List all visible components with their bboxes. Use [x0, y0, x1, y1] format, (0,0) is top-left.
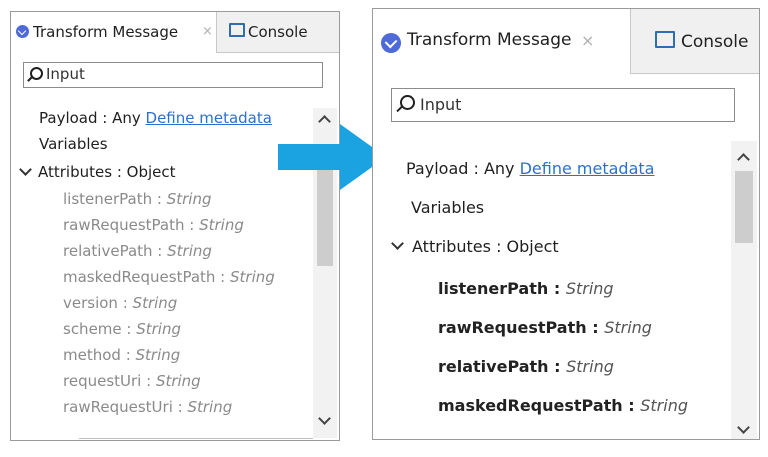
attribute-name: scheme [63, 320, 122, 338]
tab-console[interactable]: Console [655, 30, 749, 52]
console-icon [655, 31, 675, 48]
attribute-name: rawRequestPath [63, 216, 185, 234]
tree-item-payload[interactable]: Payload : Any Define metadata [406, 151, 730, 187]
console-icon [229, 23, 245, 37]
tab-console-label: Console [681, 32, 749, 52]
mulesoft-logo-icon [16, 25, 29, 38]
attribute-name: rawRequestUri [63, 398, 173, 416]
tree-item-variables[interactable]: Variables [39, 132, 108, 157]
tree-item-attribute[interactable]: maskedRequestPath : String [438, 388, 688, 424]
search-placeholder: Input [46, 65, 85, 83]
tree-item-attribute[interactable]: relativePath : String [438, 349, 614, 385]
attribute-name: listenerPath [438, 279, 549, 298]
mulesoft-logo-icon [381, 33, 401, 53]
attribute-name: maskedRequestPath [63, 268, 216, 286]
attribute-type: String [132, 294, 178, 312]
scroll-down-icon[interactable] [737, 421, 750, 434]
attribute-type: String [167, 242, 212, 260]
tree-item-attribute[interactable]: requestUri : String [63, 369, 201, 394]
payload-label: Payload : Any [406, 159, 515, 178]
chevron-down-icon[interactable] [19, 163, 32, 176]
attribute-type: String [604, 318, 652, 337]
transform-message-panel-zoomed: Transform Message × Console Input Payloa… [372, 8, 760, 440]
type-separator: : [120, 346, 136, 364]
tab-label: Transform Message [407, 30, 572, 50]
search-input[interactable]: Input [23, 62, 323, 88]
tree-item-attributes[interactable]: Attributes : Object [19, 160, 176, 185]
tab-console[interactable]: Console [229, 23, 308, 41]
search-icon [400, 95, 415, 110]
scroll-thumb[interactable] [735, 171, 753, 243]
define-metadata-link[interactable]: Define metadata [520, 159, 655, 178]
tree-item-attribute[interactable]: rawRequestPath : String [438, 310, 652, 346]
type-separator: : [586, 318, 605, 337]
tree-item-attribute[interactable]: rawRequestUri : String [63, 395, 232, 420]
attribute-name: requestUri [63, 372, 142, 390]
tab-bar: Transform Message × Console [11, 12, 339, 53]
attribute-name: version [63, 294, 118, 312]
tab-bar: Transform Message × Console [373, 9, 759, 74]
vertical-scrollbar[interactable] [731, 141, 757, 439]
attribute-name: rawRequestPath [438, 318, 587, 337]
attribute-type: String [155, 372, 201, 390]
scroll-down-icon[interactable] [318, 412, 331, 425]
type-separator: : [622, 396, 641, 415]
search-icon [30, 67, 43, 80]
tab-label: Transform Message [33, 23, 179, 41]
attribute-type: String [199, 216, 244, 234]
type-separator: : [141, 372, 156, 390]
attribute-type: String [136, 320, 181, 338]
type-separator: : [121, 320, 137, 338]
type-separator: : [172, 398, 188, 416]
type-separator: : [548, 279, 566, 298]
tab-transform-message[interactable]: Transform Message × [373, 9, 631, 74]
define-metadata-link[interactable]: Define metadata [146, 109, 272, 127]
type-separator: : [184, 216, 200, 234]
type-separator: : [152, 190, 167, 208]
tree-item-attribute[interactable]: version : String [63, 291, 177, 316]
search-input[interactable]: Input [391, 88, 735, 122]
attributes-label: Attributes : Object [412, 237, 559, 256]
tree-item-attributes[interactable]: Attributes : Object [391, 229, 559, 265]
attribute-type: String [566, 357, 614, 376]
payload-label: Payload : Any [39, 109, 141, 127]
tree-item-attribute[interactable]: listenerPath : String [63, 187, 211, 212]
horizontal-scrollbar[interactable] [79, 438, 313, 440]
search-placeholder: Input [420, 95, 462, 114]
attribute-name: maskedRequestPath [438, 396, 623, 415]
variables-label: Variables [411, 198, 485, 217]
tree-item-attribute[interactable]: method : String [63, 343, 180, 368]
close-icon[interactable]: × [581, 31, 594, 50]
attribute-type: String [187, 398, 233, 416]
tab-transform-message[interactable]: Transform Message × [11, 12, 217, 53]
scroll-up-icon[interactable] [737, 153, 750, 166]
tree-item-attribute[interactable]: listenerPath : String [438, 271, 614, 307]
tree-item-attribute[interactable]: scheme : String [63, 317, 181, 342]
attribute-type: String [230, 268, 275, 286]
attribute-name: relativePath [438, 357, 549, 376]
tab-console-label: Console [248, 23, 308, 41]
transform-message-panel-small: Transform Message × Console Input Payloa… [10, 11, 340, 441]
tree-item-variables[interactable]: Variables [411, 190, 484, 226]
attribute-name: relativePath [63, 242, 153, 260]
tree-item-attribute[interactable]: relativePath : String [63, 239, 212, 264]
type-separator: : [215, 268, 230, 286]
type-separator: : [548, 357, 567, 376]
attributes-label: Attributes : Object [38, 163, 176, 181]
chevron-down-icon[interactable] [391, 237, 404, 250]
tree-item-payload[interactable]: Payload : Any Define metadata [39, 106, 303, 131]
attribute-name: listenerPath [63, 190, 153, 208]
tree-item-attribute[interactable]: maskedRequestPath : String [63, 265, 275, 290]
close-icon[interactable]: × [202, 24, 213, 39]
tree-item-attribute[interactable]: rawRequestPath : String [63, 213, 244, 238]
attribute-type: String [135, 346, 181, 364]
variables-label: Variables [39, 135, 108, 153]
type-separator: : [117, 294, 133, 312]
attribute-type: String [565, 279, 614, 298]
attribute-type: String [640, 396, 688, 415]
type-separator: : [152, 242, 168, 260]
attribute-name: method [63, 346, 121, 364]
attribute-type: String [166, 190, 212, 208]
